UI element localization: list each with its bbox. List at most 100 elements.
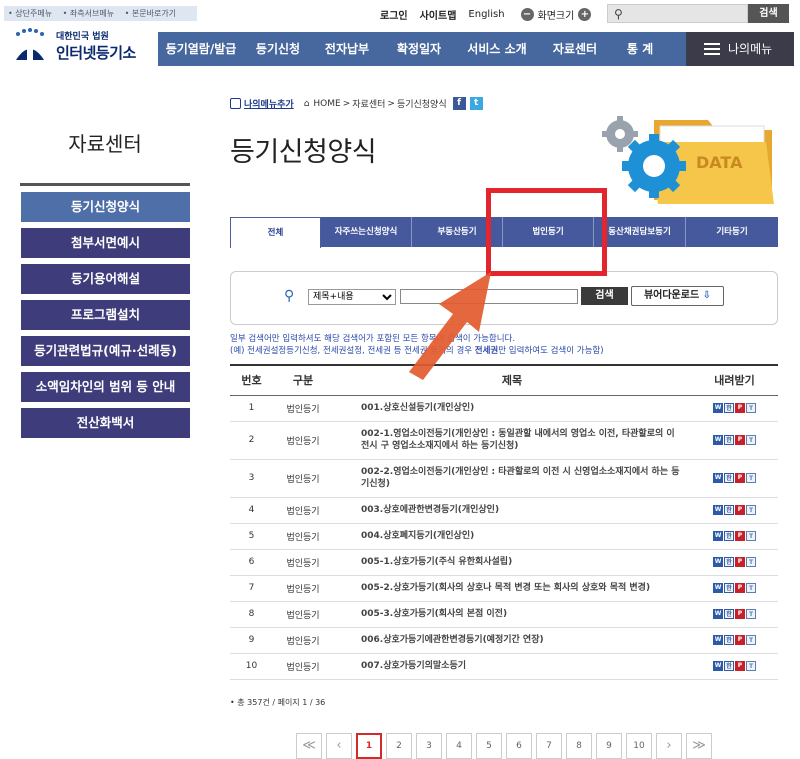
- hwp-doc-icon[interactable]: 한: [724, 634, 734, 645]
- page-button-6[interactable]: 6: [506, 733, 532, 759]
- page-button-2[interactable]: 2: [386, 733, 412, 759]
- pdf-doc-icon[interactable]: P: [735, 582, 745, 593]
- zoom-in-button[interactable]: +: [578, 7, 592, 21]
- word-doc-icon[interactable]: W: [713, 504, 723, 515]
- facebook-icon[interactable]: f: [452, 97, 466, 110]
- page-button-10[interactable]: 10: [626, 733, 652, 759]
- word-doc-icon[interactable]: W: [713, 556, 723, 567]
- text-doc-icon[interactable]: T: [746, 660, 756, 671]
- pdf-doc-icon[interactable]: P: [735, 660, 745, 671]
- page-button-5[interactable]: 5: [476, 733, 502, 759]
- row-title-link[interactable]: 003.상호에관한변경등기(개인상인): [333, 497, 691, 524]
- next-page-button[interactable]: ›: [656, 733, 682, 759]
- hwp-doc-icon[interactable]: 한: [724, 660, 734, 671]
- word-doc-icon[interactable]: W: [713, 660, 723, 671]
- text-doc-icon[interactable]: T: [746, 634, 756, 645]
- hwp-doc-icon[interactable]: 한: [724, 530, 734, 541]
- row-title-link[interactable]: 005-2.상호가등기(회사의 상호나 목적 변경 또는 회사의 상호와 목적 …: [333, 575, 691, 602]
- pdf-doc-icon[interactable]: P: [735, 556, 745, 567]
- last-page-button[interactable]: ≫: [686, 733, 712, 759]
- row-title-link[interactable]: 007.상호가등기의말소등기: [333, 653, 691, 680]
- page-button-7[interactable]: 7: [536, 733, 562, 759]
- tab-movable[interactable]: 동산채권담보등기: [594, 217, 686, 247]
- pdf-doc-icon[interactable]: P: [735, 608, 745, 619]
- my-menu-button[interactable]: 나의메뉴: [686, 32, 794, 66]
- text-doc-icon[interactable]: T: [746, 504, 756, 515]
- gnb-item-payment[interactable]: 전자납부: [312, 32, 382, 66]
- prev-page-button[interactable]: ‹: [326, 733, 352, 759]
- word-doc-icon[interactable]: W: [713, 472, 723, 483]
- page-button-3[interactable]: 3: [416, 733, 442, 759]
- text-doc-icon[interactable]: T: [746, 434, 756, 445]
- twitter-icon[interactable]: t: [469, 97, 483, 110]
- tab-frequent[interactable]: 자주쓰는신청양식: [321, 217, 412, 247]
- text-doc-icon[interactable]: T: [746, 472, 756, 483]
- hwp-doc-icon[interactable]: 한: [724, 608, 734, 619]
- word-doc-icon[interactable]: W: [713, 530, 723, 541]
- row-title-link[interactable]: 005-3.상호가등기(회사의 본점 이전): [333, 601, 691, 628]
- pdf-doc-icon[interactable]: P: [735, 504, 745, 515]
- gnb-item-data-center[interactable]: 자료센터: [538, 32, 612, 66]
- text-doc-icon[interactable]: T: [746, 608, 756, 619]
- hwp-doc-icon[interactable]: 한: [724, 434, 734, 445]
- sidebar-item-glossary[interactable]: 등기용어해설: [21, 264, 190, 294]
- search-button[interactable]: 검색: [581, 287, 628, 305]
- gnb-item-view[interactable]: 등기열람/발급: [158, 32, 244, 66]
- hwp-doc-icon[interactable]: 한: [724, 472, 734, 483]
- pdf-doc-icon[interactable]: P: [735, 434, 745, 445]
- row-title-link[interactable]: 006.상호가등기에관한변경등기(예정기간 연장): [333, 627, 691, 654]
- page-button-4[interactable]: 4: [446, 733, 472, 759]
- row-title-link[interactable]: 002-1.영업소이전등기(개인상인 : 동일관할 내에서의 영업소 이전, 타…: [333, 421, 691, 460]
- skip-link-lnb[interactable]: • 좌측서브메뉴: [63, 9, 118, 18]
- word-doc-icon[interactable]: W: [713, 582, 723, 593]
- word-doc-icon[interactable]: W: [713, 634, 723, 645]
- pdf-doc-icon[interactable]: P: [735, 402, 745, 413]
- tab-other[interactable]: 기타등기: [686, 217, 778, 247]
- text-doc-icon[interactable]: T: [746, 556, 756, 567]
- top-search-button[interactable]: 검색: [748, 4, 789, 23]
- text-doc-icon[interactable]: T: [746, 582, 756, 593]
- site-logo[interactable]: 대한민국 법원 인터넷등기소: [10, 28, 136, 64]
- pdf-doc-icon[interactable]: P: [735, 530, 745, 541]
- hwp-doc-icon[interactable]: 한: [724, 556, 734, 567]
- page-button-8[interactable]: 8: [566, 733, 592, 759]
- skip-link-content[interactable]: • 본문바로가기: [125, 9, 180, 18]
- hwp-doc-icon[interactable]: 한: [724, 582, 734, 593]
- viewer-download-button[interactable]: 뷰어다운로드 ⇩: [631, 286, 724, 306]
- row-title-link[interactable]: 001.상호신설등기(개인상인): [333, 395, 691, 422]
- sitemap-link[interactable]: 사이트맵: [420, 7, 457, 22]
- breadcrumb-section[interactable]: 자료센터: [352, 97, 385, 110]
- top-search-input[interactable]: ⚲: [607, 4, 748, 23]
- sidebar-item-attachments[interactable]: 첨부서면예시: [21, 228, 190, 258]
- home-icon[interactable]: ⌂: [304, 99, 310, 109]
- word-doc-icon[interactable]: W: [713, 434, 723, 445]
- sidebar-item-programs[interactable]: 프로그램설치: [21, 300, 190, 330]
- gnb-item-stats[interactable]: 통 계: [612, 32, 668, 66]
- hwp-doc-icon[interactable]: 한: [724, 504, 734, 515]
- sidebar-item-forms[interactable]: 등기신청양식: [21, 192, 190, 222]
- word-doc-icon[interactable]: W: [713, 608, 723, 619]
- english-link[interactable]: English: [468, 9, 504, 20]
- sidebar-item-whitepaper[interactable]: 전산화백서: [21, 408, 190, 438]
- row-title-link[interactable]: 005-1.상호가등기(주식 유한회사설립): [333, 549, 691, 576]
- gnb-item-apply[interactable]: 등기신청: [244, 32, 312, 66]
- tab-all[interactable]: 전체: [230, 217, 321, 248]
- first-page-button[interactable]: ≪: [296, 733, 322, 759]
- breadcrumb-home[interactable]: HOME: [313, 99, 340, 109]
- row-title-link[interactable]: 004.상호폐지등기(개인상인): [333, 523, 691, 550]
- page-button-9[interactable]: 9: [596, 733, 622, 759]
- skip-link-gnb[interactable]: • 상단주메뉴: [8, 9, 56, 18]
- sidebar-item-tenant[interactable]: 소액임차인의 범위 등 안내: [21, 372, 190, 402]
- add-my-menu-link[interactable]: 나의메뉴추가: [230, 97, 294, 110]
- gnb-item-service[interactable]: 서비스 소개: [456, 32, 538, 66]
- word-doc-icon[interactable]: W: [713, 402, 723, 413]
- sidebar-item-laws[interactable]: 등기관련법규(예규·선례등): [21, 336, 190, 366]
- pdf-doc-icon[interactable]: P: [735, 472, 745, 483]
- search-type-select[interactable]: 제목+내용: [308, 289, 396, 305]
- row-title-link[interactable]: 002-2.영업소이전등기(개인상인 : 타관할로의 이전 시 신영업소소재지에…: [333, 459, 691, 498]
- zoom-out-button[interactable]: −: [520, 7, 534, 21]
- pdf-doc-icon[interactable]: P: [735, 634, 745, 645]
- hwp-doc-icon[interactable]: 한: [724, 402, 734, 413]
- text-doc-icon[interactable]: T: [746, 530, 756, 541]
- login-link[interactable]: 로그인: [380, 7, 408, 22]
